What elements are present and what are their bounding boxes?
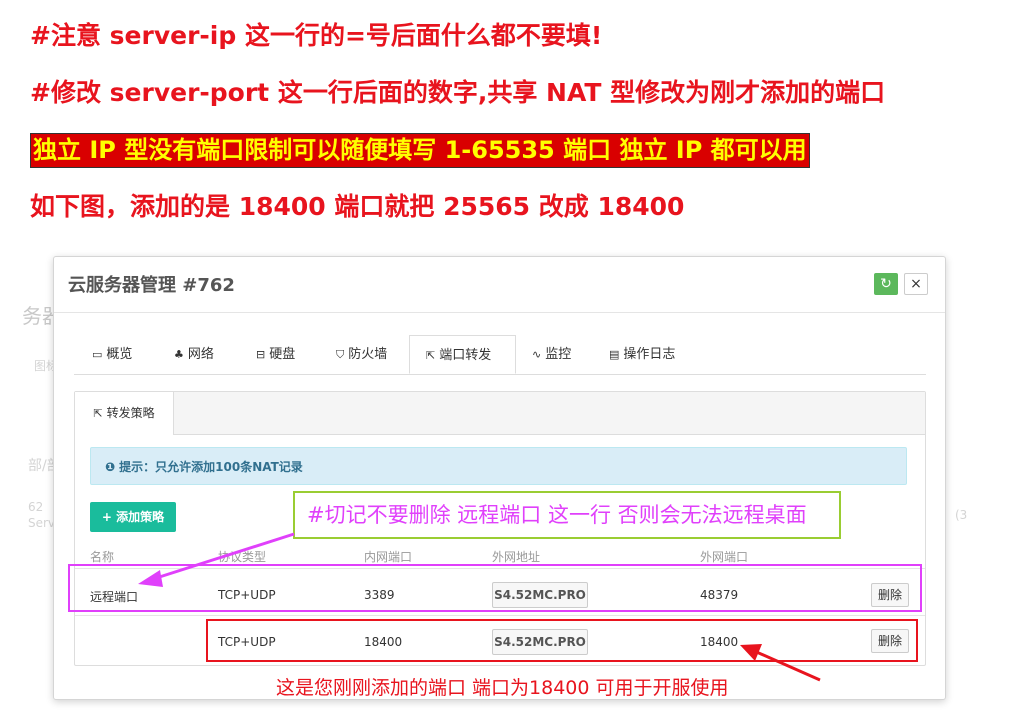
tab-label: 监控 <box>545 347 572 362</box>
close-icon: × <box>910 276 922 292</box>
monitor-icon: ▭ <box>92 348 103 361</box>
modal-header-divider <box>54 312 945 313</box>
subtab-forward-strategy[interactable]: ⇱ 转发策略 <box>75 392 174 435</box>
instruction-line-1: #注意 server-ip 这一行的=号后面什么都不要填! <box>30 21 603 50</box>
shield-icon: ⛉ <box>336 348 345 361</box>
new-port-highlight <box>206 619 918 662</box>
external-link-icon: ⇱ <box>93 407 103 420</box>
tab-disk[interactable]: ⊟ 硬盘 <box>256 335 295 374</box>
remote-port-highlight <box>68 564 922 612</box>
refresh-icon: ↻ <box>880 276 892 292</box>
background-number: 62 <box>28 500 44 514</box>
table-row-divider <box>75 615 925 616</box>
col-header-external-address: 外网地址 <box>492 550 541 564</box>
tab-label: 端口转发 <box>439 348 492 363</box>
info-alert: ❶ 提示：只允许添加100条NAT记录 <box>90 447 907 485</box>
close-button[interactable]: × <box>904 273 928 295</box>
tab-label: 网络 <box>187 347 214 362</box>
background-paren: (3 <box>955 508 968 522</box>
tab-overview[interactable]: ▭ 概览 <box>92 335 132 374</box>
col-header-protocol: 协议类型 <box>218 550 267 564</box>
col-header-external-port: 外网端口 <box>700 550 749 564</box>
tab-bar: ▭ 概览 ♣ 网络 ⊟ 硬盘 ⛉ 防火墙 ⇱ 端口转发 ∿ 监控 ▤ 操作日志 <box>74 335 926 375</box>
tab-port-forward[interactable]: ⇱ 端口转发 <box>409 335 516 374</box>
col-header-name: 名称 <box>90 550 115 564</box>
subtab-label: 转发策略 <box>106 406 155 420</box>
tab-operation-log[interactable]: ▤ 操作日志 <box>609 335 675 374</box>
tab-label: 硬盘 <box>269 347 296 362</box>
modal-title: 云服务器管理 #762 <box>68 275 235 296</box>
tab-label: 防火墙 <box>348 347 388 362</box>
new-port-note: 这是您刚刚添加的端口 端口为18400 可用于开服使用 <box>276 677 729 699</box>
refresh-button[interactable]: ↻ <box>874 273 898 295</box>
tab-label: 概览 <box>106 347 133 362</box>
tab-network[interactable]: ♣ 网络 <box>174 335 214 374</box>
alert-text: 提示：只允许添加100条NAT记录 <box>119 460 303 474</box>
network-icon: ♣ <box>174 348 184 361</box>
warning-callout-text: #切记不要删除 远程端口 这一行 否则会无法远程桌面 <box>307 503 807 527</box>
background-label: Serv <box>28 516 56 530</box>
add-strategy-button[interactable]: + 添加策略 <box>90 502 176 532</box>
col-header-internal-port: 内网端口 <box>364 550 413 564</box>
tab-monitor[interactable]: ∿ 监控 <box>532 335 571 374</box>
info-icon: ❶ <box>105 460 116 474</box>
instruction-line-4: 如下图，添加的是 18400 端口就把 25565 改成 18400 <box>30 192 685 221</box>
tab-label: 操作日志 <box>623 347 676 362</box>
disk-icon: ⊟ <box>256 348 266 361</box>
instruction-line-2: #修改 server-port 这一行后面的数字,共享 NAT 型修改为刚才添加… <box>30 78 886 107</box>
pulse-icon: ∿ <box>532 348 542 361</box>
instruction-line-3-highlight: 独立 IP 型没有端口限制可以随便填写 1-65535 端口 独立 IP 都可以… <box>30 133 810 168</box>
panel-header <box>75 392 925 435</box>
file-icon: ▤ <box>609 348 620 361</box>
external-link-icon: ⇱ <box>426 349 436 362</box>
tab-firewall[interactable]: ⛉ 防火墙 <box>336 335 387 374</box>
